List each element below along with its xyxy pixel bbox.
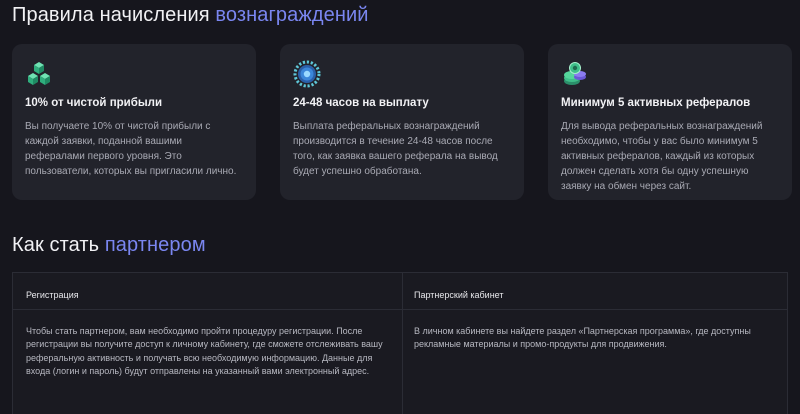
column-header-cabinet: Партнерский кабинет	[414, 290, 504, 300]
reward-card-profit: 10% от чистой прибыли Вы получаете 10% о…	[12, 44, 256, 200]
header-divider	[13, 309, 787, 310]
coins-stack-icon	[564, 62, 586, 85]
partner-title-main: Как стать	[12, 234, 105, 256]
cabinet-text: В личном кабинете вы найдете раздел «Пар…	[414, 326, 751, 350]
column-divider	[402, 273, 403, 414]
cubes-icon	[28, 62, 50, 85]
card-title: 10% от чистой прибыли	[25, 97, 163, 109]
card-title: 24-48 часов на выплату	[293, 97, 429, 109]
card-text: Вы получаете 10% от чистой прибыли с каж…	[25, 121, 237, 177]
partner-steps-table: Регистрация Партнерский кабинет Чтобы ст…	[12, 272, 788, 414]
registration-text: Чтобы стать партнером, вам необходимо пр…	[26, 326, 383, 376]
reward-card-minimum: Минимум 5 активных рефералов Для вывода …	[548, 44, 792, 200]
reward-card-payout: 24-48 часов на выплату Выплата реферальн…	[280, 44, 524, 200]
gear-coin-icon	[293, 60, 321, 88]
rewards-section-title: Правила начисления вознаграждений	[12, 4, 369, 27]
column-header-registration: Регистрация	[26, 290, 79, 300]
partner-title-accent: партнером	[104, 234, 206, 256]
rewards-title-main: Правила начисления	[12, 4, 216, 26]
card-text: Выплата реферальных вознаграждений произ…	[293, 121, 498, 177]
card-text: Для вывода реферальных вознаграждений не…	[561, 121, 763, 192]
partner-section-title: Как стать партнером	[12, 234, 206, 257]
rewards-title-accent: вознаграждений	[215, 4, 369, 26]
card-title: Минимум 5 активных рефералов	[561, 97, 751, 109]
